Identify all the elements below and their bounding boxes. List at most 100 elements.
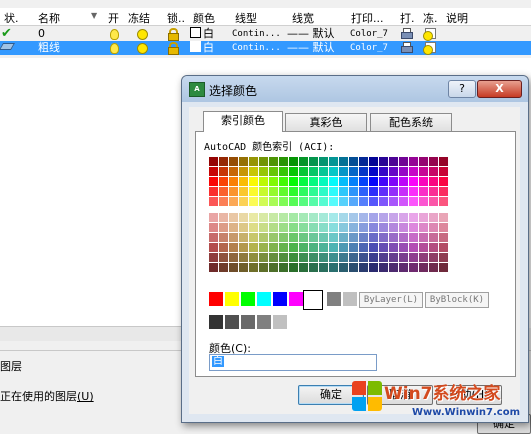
aci-color-swatch[interactable] bbox=[419, 197, 428, 206]
aci-color-swatch[interactable] bbox=[409, 177, 418, 186]
aci-color-swatch[interactable] bbox=[299, 177, 308, 186]
aci-color-swatch[interactable] bbox=[349, 177, 358, 186]
aci-color-swatch[interactable] bbox=[289, 263, 298, 272]
gray-color-swatch[interactable] bbox=[289, 315, 303, 329]
aci-color-swatch[interactable] bbox=[419, 253, 428, 262]
aci-color-swatch[interactable] bbox=[369, 253, 378, 262]
aci-color-swatch[interactable] bbox=[269, 157, 278, 166]
aci-color-swatch[interactable] bbox=[329, 167, 338, 176]
aci-color-swatch[interactable] bbox=[319, 233, 328, 242]
aci-color-swatch[interactable] bbox=[249, 213, 258, 222]
aci-color-swatch[interactable] bbox=[239, 213, 248, 222]
aci-color-swatch[interactable] bbox=[439, 223, 448, 232]
in-use-layers-option[interactable]: 正在使用的图层(U) bbox=[0, 388, 94, 404]
aci-color-swatch[interactable] bbox=[309, 177, 318, 186]
aci-color-swatch[interactable] bbox=[409, 263, 418, 272]
aci-color-swatch[interactable] bbox=[229, 243, 238, 252]
aci-color-swatch[interactable] bbox=[309, 223, 318, 232]
aci-color-swatch[interactable] bbox=[299, 213, 308, 222]
byblock-button[interactable]: ByBlock(K) bbox=[425, 292, 489, 308]
aci-color-swatch[interactable] bbox=[279, 213, 288, 222]
column-color[interactable]: 颜色 bbox=[193, 10, 215, 26]
aci-color-swatch[interactable] bbox=[249, 157, 258, 166]
sun-thaw-icon[interactable] bbox=[137, 29, 148, 40]
aci-color-swatch[interactable] bbox=[219, 223, 228, 232]
aci-color-swatch[interactable] bbox=[279, 253, 288, 262]
aci-color-swatch[interactable] bbox=[409, 253, 418, 262]
aci-color-swatch[interactable] bbox=[419, 213, 428, 222]
aci-color-swatch[interactable] bbox=[439, 243, 448, 252]
layer-color[interactable]: 白 bbox=[190, 27, 214, 41]
tab-index-color[interactable]: 索引颜色 bbox=[203, 111, 283, 132]
column-linetype[interactable]: 线型 bbox=[235, 10, 257, 26]
aci-color-swatch[interactable] bbox=[339, 253, 348, 262]
aci-color-swatch[interactable] bbox=[219, 167, 228, 176]
aci-color-swatch[interactable] bbox=[219, 233, 228, 242]
aci-color-swatch[interactable] bbox=[409, 243, 418, 252]
aci-color-swatch[interactable] bbox=[239, 177, 248, 186]
aci-color-swatch[interactable] bbox=[289, 233, 298, 242]
aci-color-swatch[interactable] bbox=[389, 223, 398, 232]
aci-color-swatch[interactable] bbox=[379, 233, 388, 242]
aci-color-swatch[interactable] bbox=[249, 167, 258, 176]
aci-color-swatch[interactable] bbox=[229, 167, 238, 176]
help-button[interactable]: ? bbox=[448, 80, 476, 98]
aci-color-swatch[interactable] bbox=[209, 213, 218, 222]
aci-color-swatch[interactable] bbox=[309, 157, 318, 166]
layer-name[interactable]: 粗线 bbox=[38, 41, 60, 55]
aci-color-swatch[interactable] bbox=[209, 223, 218, 232]
aci-color-swatch[interactable] bbox=[319, 213, 328, 222]
aci-color-swatch[interactable] bbox=[229, 263, 238, 272]
aci-color-swatch[interactable] bbox=[429, 213, 438, 222]
unlock-icon[interactable] bbox=[168, 28, 179, 41]
aci-color-swatch[interactable] bbox=[409, 187, 418, 196]
aci-color-swatch[interactable] bbox=[409, 213, 418, 222]
column-name[interactable]: 名称 bbox=[38, 10, 60, 26]
aci-color-swatch[interactable] bbox=[339, 177, 348, 186]
aci-color-swatch[interactable] bbox=[359, 243, 368, 252]
aci-color-swatch[interactable] bbox=[349, 213, 358, 222]
aci-color-swatch[interactable] bbox=[349, 197, 358, 206]
aci-color-swatch[interactable] bbox=[329, 253, 338, 262]
aci-color-swatch[interactable] bbox=[419, 263, 428, 272]
aci-color-swatch[interactable] bbox=[389, 253, 398, 262]
aci-color-swatch[interactable] bbox=[269, 167, 278, 176]
aci-color-swatch[interactable] bbox=[299, 157, 308, 166]
aci-color-swatch[interactable] bbox=[379, 197, 388, 206]
gray-color-swatch[interactable] bbox=[225, 315, 239, 329]
layer-lineweight[interactable]: —— 默认 bbox=[287, 27, 335, 41]
aci-color-swatch[interactable] bbox=[209, 263, 218, 272]
bylayer-button[interactable]: ByLayer(L) bbox=[359, 292, 423, 308]
aci-color-swatch[interactable] bbox=[269, 233, 278, 242]
aci-color-swatch[interactable] bbox=[259, 197, 268, 206]
aci-color-swatch[interactable] bbox=[289, 197, 298, 206]
aci-color-swatch[interactable] bbox=[349, 223, 358, 232]
bulb-on-icon[interactable] bbox=[110, 29, 119, 40]
aci-color-swatch[interactable] bbox=[329, 263, 338, 272]
aci-color-swatch[interactable] bbox=[369, 213, 378, 222]
layer-linetype[interactable]: Contin... bbox=[232, 41, 281, 55]
aci-color-swatch[interactable] bbox=[279, 157, 288, 166]
aci-color-swatch[interactable] bbox=[209, 197, 218, 206]
column-freeze[interactable]: 冻结 bbox=[128, 10, 150, 26]
aci-color-swatch[interactable] bbox=[369, 233, 378, 242]
aci-color-swatch[interactable] bbox=[359, 157, 368, 166]
aci-color-swatch[interactable] bbox=[389, 167, 398, 176]
aci-color-swatch[interactable] bbox=[319, 197, 328, 206]
aci-color-swatch[interactable] bbox=[249, 253, 258, 262]
bulb-on-icon[interactable] bbox=[110, 43, 119, 54]
aci-color-swatch[interactable] bbox=[389, 213, 398, 222]
aci-color-swatch[interactable] bbox=[339, 187, 348, 196]
aci-color-swatch[interactable] bbox=[339, 197, 348, 206]
printer-icon[interactable] bbox=[400, 42, 413, 53]
layer-color[interactable]: 白 bbox=[190, 41, 214, 55]
aci-color-swatch[interactable] bbox=[289, 243, 298, 252]
color-input[interactable]: 白 bbox=[209, 354, 377, 371]
aci-color-swatch[interactable] bbox=[249, 197, 258, 206]
aci-color-swatch[interactable] bbox=[439, 167, 448, 176]
aci-color-swatch[interactable] bbox=[409, 157, 418, 166]
aci-color-swatch[interactable] bbox=[349, 157, 358, 166]
aci-color-swatch[interactable] bbox=[359, 197, 368, 206]
aci-color-swatch[interactable] bbox=[299, 197, 308, 206]
column-lock[interactable]: 锁.. bbox=[167, 10, 185, 26]
